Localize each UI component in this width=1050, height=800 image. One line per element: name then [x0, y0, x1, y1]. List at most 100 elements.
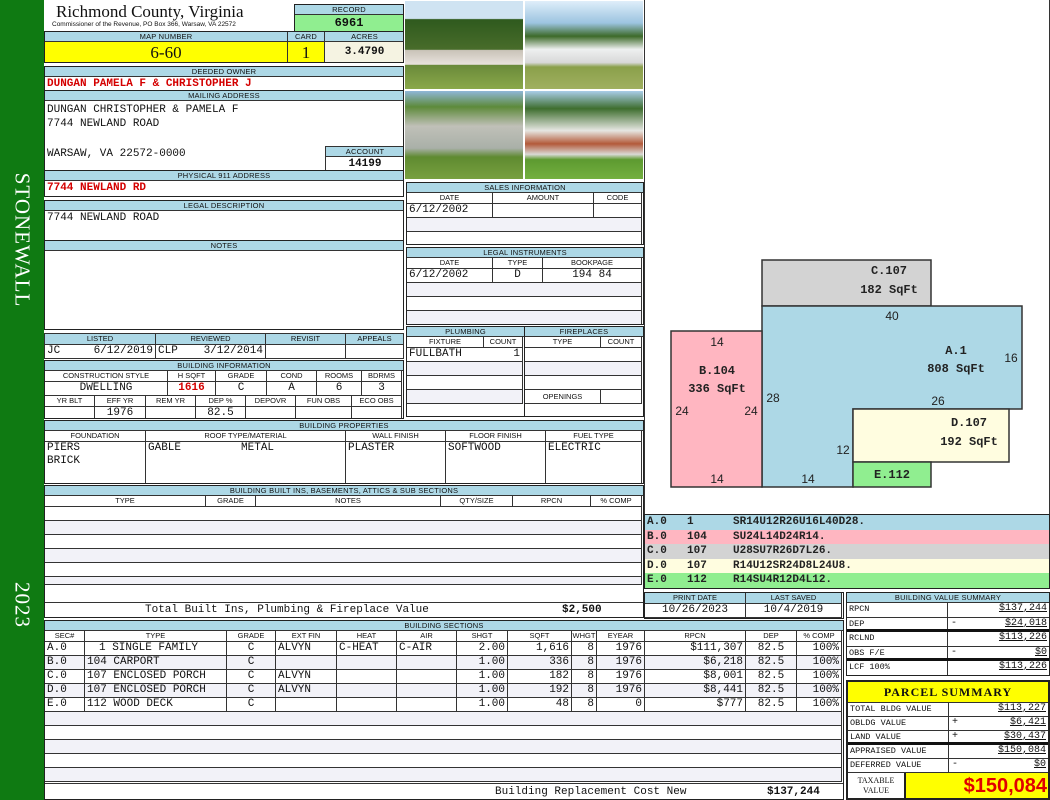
hsqft-header: H SQFT [167, 370, 216, 382]
section-cell: 82.5 [745, 655, 797, 670]
print-date: 10/26/2023 [645, 603, 746, 618]
bookpage-header: BOOKPAGE [542, 257, 642, 269]
section-cell: $777 [644, 697, 746, 712]
cond-header: COND [266, 370, 317, 382]
built-ins-total-value: $2,500 [562, 604, 602, 616]
sec-header: SEC# [45, 630, 85, 642]
section-cell: 48 [507, 697, 572, 712]
summary-row: APPRAISED VALUE $150,084 [848, 745, 1048, 759]
summary-value: $113,227 [997, 703, 1046, 714]
listed-header: LISTED [44, 333, 156, 345]
summary-row: TOTAL BLDG VALUE $113,227 [848, 703, 1048, 717]
eff-yr: 1976 [94, 406, 146, 418]
acres-label: ACRES [325, 32, 403, 42]
section-cell: 1.00 [456, 669, 508, 684]
account-number: 14199 [348, 158, 382, 170]
legal-description: LEGAL DESCRIPTION 7744 NEWLAND ROAD [44, 200, 404, 241]
rooms-header: ROOMS [316, 370, 362, 382]
grade-value: C [215, 381, 267, 396]
physical-address-value: 7744 NEWLAND RD [47, 182, 147, 194]
parcel-id-row: MAP NUMBER 6-60 CARD 1 ACRES 3.4790 [44, 31, 404, 63]
record-label: RECORD [295, 5, 403, 15]
summary-value: $24,018 [1004, 617, 1047, 629]
section-cell: 107 ENCLOSED PORCH [84, 669, 227, 684]
mailing-line-1: DUNGAN CHRISTOPHER & PAMELA F [47, 104, 239, 116]
dimension-label: 12 [836, 443, 850, 457]
section-cell: 100% [796, 669, 842, 684]
sketch-code-cell: SU24L14D24R14. [733, 530, 826, 543]
comp-header: % COMP [796, 630, 842, 642]
legal-description-value: 7744 NEWLAND ROAD [47, 212, 160, 224]
bookpage: 194 84 [542, 268, 642, 283]
sketch-code-cell: B.0 [647, 530, 667, 543]
dep-pct: 82.5 [195, 406, 246, 418]
sketch-codes: A.0 1 SR14U12R26U16L40D28. B.0 104 SU24L14D24… [644, 514, 1050, 589]
section-row: D.0 107 ENCLOSED PORCH C ALVYN 1.00 192 8 1976 $… [45, 683, 842, 698]
section-cell: 100% [796, 655, 842, 670]
section-cell: ALVYN [275, 641, 337, 656]
eco-obs-header: ECO OBS [351, 395, 402, 407]
section-cell: 8 [571, 641, 597, 656]
building-properties: BUILDING PROPERTIES FOUNDATION ROOF TYPE/… [44, 420, 644, 484]
county-title: Richmond County, Virginia [56, 2, 244, 21]
section-cell [336, 655, 397, 670]
sketch-code-row: B.0 104 SU24L14D24R14. [645, 529, 1049, 545]
section-cell: 8 [571, 697, 597, 712]
reviewed-by: CLP [158, 345, 178, 358]
grade-header: GRADE [226, 630, 276, 642]
summary-label: RPCN [849, 604, 870, 614]
dimension-label: 14 [710, 472, 724, 486]
ext-fin-header: EXT FIN [275, 630, 337, 642]
section-cell: 192 [507, 683, 572, 698]
foundation-header: FOUNDATION [45, 430, 146, 442]
mailing-address-label: MAILING ADDRESS [45, 91, 403, 101]
dimension-label: 16 [1004, 351, 1018, 365]
type-header: TYPE [84, 630, 227, 642]
last-saved-date: 10/4/2019 [745, 603, 842, 618]
sale-date-header: DATE [407, 192, 493, 204]
section-cell [396, 669, 457, 684]
deeded-owner-label: DEEDED OWNER [45, 67, 403, 77]
depovr-header: DEPOVR [245, 395, 296, 407]
sketch-code-cell: D.0 [647, 559, 667, 572]
section-cell [396, 683, 457, 698]
sketch-code-cell: C.0 [647, 545, 667, 558]
rem-yr [145, 406, 196, 418]
section-cell: 1.00 [456, 683, 508, 698]
deeded-owner: DEEDED OWNER DUNGAN PAMELA F & CHRISTOPH… [44, 66, 404, 91]
section-cell: 82.5 [745, 641, 797, 656]
section-cell: C [226, 641, 276, 656]
building-sketch: C.107 182 SqFt A.1 808 SqFt B.104 336 Sq… [644, 0, 1050, 515]
mailing-line-2: 7744 NEWLAND ROAD [47, 118, 160, 130]
summary-row: LAND VALUE + $30,437 [848, 731, 1048, 745]
section-cell: B.0 [45, 655, 85, 670]
summary-value: $0 [1033, 759, 1046, 770]
section-row: C.0 107 ENCLOSED PORCH C ALVYN 1.00 182 8 1976 $… [45, 669, 842, 684]
section-b-area: 336 SqFt [688, 382, 746, 396]
summary-value: $137,244 [998, 603, 1047, 614]
section-cell: 82.5 [745, 697, 797, 712]
account-label: ACCOUNT [326, 147, 403, 157]
print-dates: PRINT DATE LAST SAVED 10/26/2023 10/4/2019 [644, 592, 844, 619]
sales-information: SALES INFORMATION DATE AMOUNT CODE 6/12/20… [406, 182, 644, 245]
fireplace-count-header: COUNT [600, 336, 642, 348]
air-header: AIR [396, 630, 457, 642]
section-cell: $6,218 [644, 655, 746, 670]
fixture-count: 1 [483, 347, 523, 362]
sketch-code-cell: A.0 [647, 516, 667, 528]
parcel-summary-title: PARCEL SUMMARY [848, 682, 1048, 703]
reviewed-header: REVIEWED [155, 333, 266, 345]
section-row: E.0 112 WOOD DECK C 1.00 48 8 0 $777 82.5 100% [45, 697, 842, 712]
notes-label: NOTES [45, 241, 403, 251]
builtin-notes-header: NOTES [255, 495, 441, 507]
dep-pct-header: DEP % [195, 395, 246, 407]
legal-instruments: LEGAL INSTRUMENTS DATE TYPE BOOKPAGE 6/12/… [406, 247, 644, 325]
construction-style: DWELLING [45, 381, 168, 396]
summary-sign: - [948, 759, 958, 772]
sale-code [593, 203, 642, 218]
construction-style-header: CONSTRUCTION STYLE [45, 370, 168, 382]
instrument-date-header: DATE [407, 257, 493, 269]
section-cell: C-HEAT [336, 641, 397, 656]
summary-sign [947, 661, 951, 675]
map-number: 6-60 [45, 42, 287, 62]
